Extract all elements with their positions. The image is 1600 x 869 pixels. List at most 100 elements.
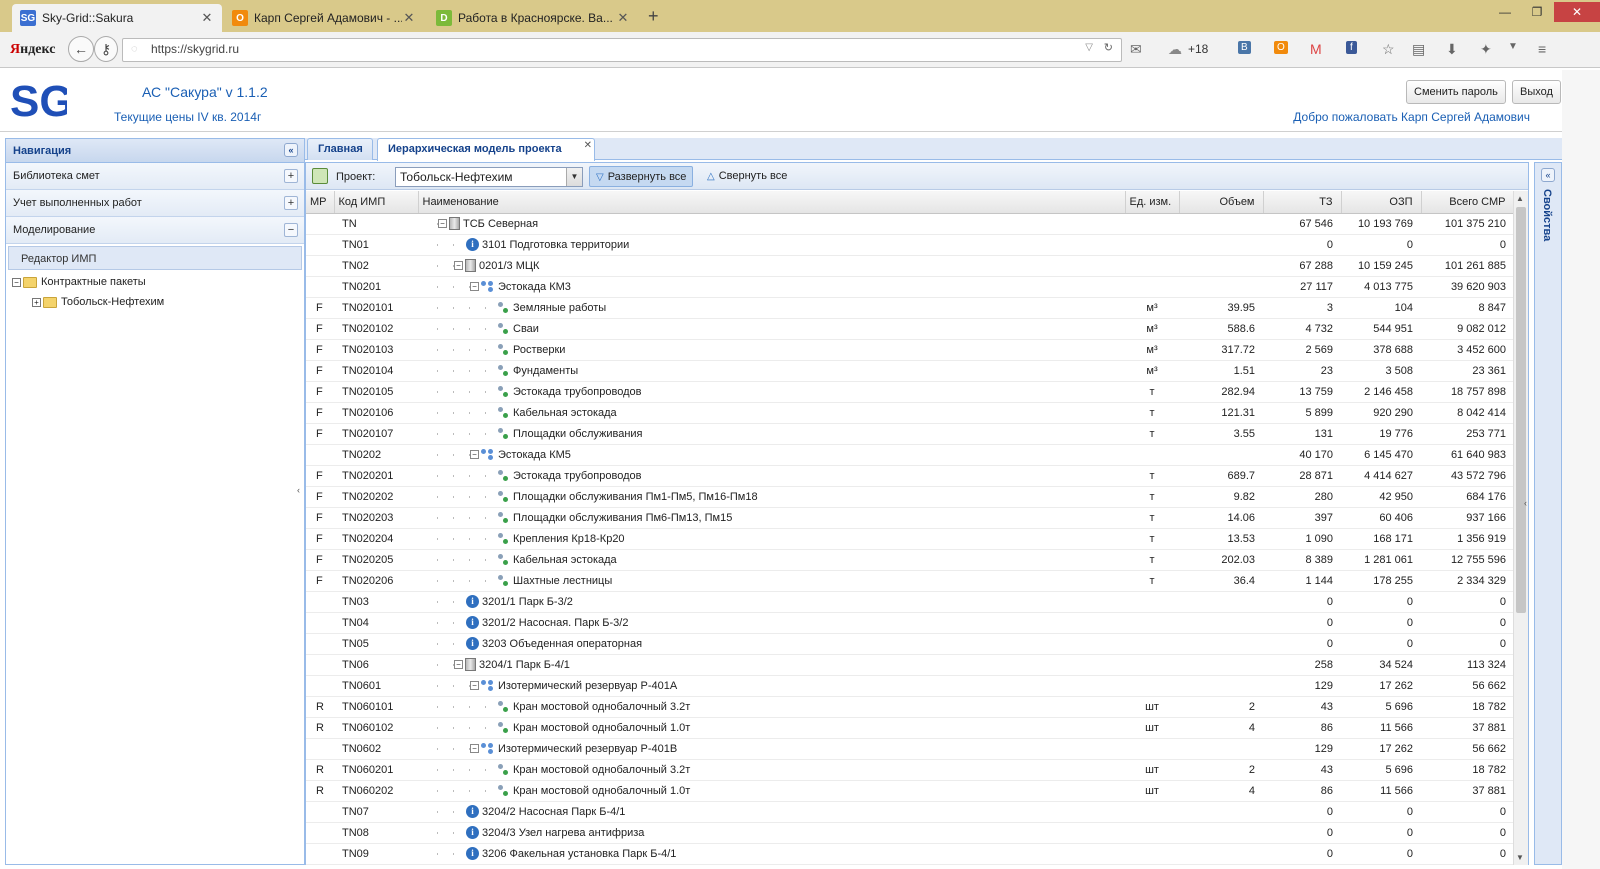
table-row[interactable]: TN06 − 3204/1 Парк Б-4/1 258 34 524 113 324: [306, 654, 1514, 676]
table-row[interactable]: F TN020103 Ростверки м³ 317.72 2 569 378 688 3 …: [306, 339, 1514, 361]
table-row[interactable]: TN0202 − Эстокада КМ5 40 170 6 145 470 61 640…: [306, 444, 1514, 466]
splitter-left-arrow-icon[interactable]: ‹: [297, 485, 300, 495]
expand-all-button[interactable]: ▽ Развернуть все: [589, 166, 694, 187]
close-tab-icon[interactable]: ✕: [402, 10, 416, 26]
restore-icon[interactable]: ❐: [1522, 2, 1552, 22]
table-row[interactable]: R TN060102 Кран мостовой однобалочный 1.0т…: [306, 717, 1514, 739]
clipboard-icon[interactable]: ▤: [1412, 41, 1425, 58]
table-row[interactable]: F TN020106 Кабельная эстокада т 121.31 5 899 9…: [306, 402, 1514, 424]
browser-tab-work[interactable]: D Работа в Красноярске. Ва... ✕: [428, 4, 638, 32]
nav-item-modeling[interactable]: Моделирование −: [6, 217, 304, 244]
table-row[interactable]: F TN020201 Эстокада трубопроводов т 689.7 28 …: [306, 465, 1514, 487]
table-row[interactable]: R TN060202 Кран мостовой однобалочный 1.0т…: [306, 780, 1514, 802]
menu-arrow-icon[interactable]: ▼: [1508, 41, 1518, 52]
table-row[interactable]: F TN020204 Крепления Кр18-Кр20 т 13.53 1 090 1…: [306, 528, 1514, 550]
site-info-icon[interactable]: ◌: [131, 43, 138, 55]
nav-item-library[interactable]: Библиотека смет +: [6, 163, 304, 190]
close-tab-icon[interactable]: ✕: [200, 10, 214, 26]
chevron-down-icon[interactable]: ▼: [566, 168, 582, 186]
table-row[interactable]: TN09 i 3206 Факельная установка Парк Б-4/1…: [306, 843, 1514, 865]
splitter-right-arrow-icon[interactable]: ‹: [1524, 498, 1527, 508]
close-tab-icon[interactable]: ✕: [616, 10, 630, 26]
tab-main[interactable]: Главная: [307, 138, 373, 160]
page-scrollbar[interactable]: [1562, 70, 1600, 869]
column-header-name[interactable]: Наименование: [418, 191, 1126, 214]
extension-icon[interactable]: ✦: [1480, 41, 1492, 58]
tree-toggle-icon[interactable]: −: [470, 744, 479, 753]
mail-icon[interactable]: ✉: [1130, 41, 1142, 58]
imp-editor-item[interactable]: Редактор ИМП: [8, 246, 302, 270]
column-header-unit[interactable]: Ед. изм.: [1125, 191, 1180, 214]
table-row[interactable]: F TN020104 Фундаменты м³ 1.51 23 3 508 23 361: [306, 360, 1514, 382]
collapse-icon[interactable]: −: [284, 223, 298, 237]
gmail-icon[interactable]: M: [1310, 41, 1322, 57]
nav-item-completed-works[interactable]: Учет выполненных работ +: [6, 190, 304, 217]
tree-toggle-icon[interactable]: −: [470, 681, 479, 690]
scroll-down-icon[interactable]: ▼: [1516, 853, 1524, 862]
facebook-icon[interactable]: f: [1346, 41, 1357, 54]
column-header-volume[interactable]: Объем: [1179, 191, 1264, 214]
tree-toggle-icon[interactable]: −: [454, 261, 463, 270]
tree-node-project[interactable]: + Тобольск-Нефтехим: [6, 292, 304, 312]
table-row[interactable]: TN07 i 3204/2 Насосная Парк Б-4/1 0 0 0: [306, 801, 1514, 823]
weather-icon[interactable]: ☁: [1168, 41, 1182, 58]
table-row[interactable]: TN08 i 3204/3 Узел нагрева антифриза 0 0 0: [306, 822, 1514, 844]
table-row[interactable]: F TN020203 Площадки обслуживания Пм6-Пм13,…: [306, 507, 1514, 529]
minimize-icon[interactable]: —: [1490, 2, 1520, 22]
expand-left-icon[interactable]: «: [1541, 168, 1555, 182]
table-row[interactable]: F TN020102 Сваи м³ 588.6 4 732 544 951 9 082 01…: [306, 318, 1514, 340]
ok-icon[interactable]: О: [1274, 41, 1288, 54]
table-row[interactable]: F TN020206 Шахтные лестницы т 36.4 1 144 178 2…: [306, 570, 1514, 592]
close-tab-icon[interactable]: ✕: [584, 140, 592, 151]
table-row[interactable]: TN0601 − Изотермический резервуар Р-401А 12…: [306, 675, 1514, 697]
collapse-all-button[interactable]: △ Свернуть все: [701, 166, 793, 187]
star-icon[interactable]: ☆: [1382, 41, 1395, 58]
browser-tab-odnoklassniki[interactable]: O Карп Сергей Адамович - ... ✕: [224, 4, 424, 32]
grid-scrollbar[interactable]: ▲ ▼: [1513, 191, 1528, 865]
download-icon[interactable]: ⬇: [1446, 41, 1458, 58]
tab-hierarchy-model[interactable]: Иерархическая модель проекта ✕: [377, 138, 595, 161]
tree-toggle-icon[interactable]: −: [438, 219, 447, 228]
tree-toggle-icon[interactable]: −: [12, 277, 21, 287]
table-row[interactable]: TN04 i 3201/2 Насосная. Парк Б-3/2 0 0 0: [306, 612, 1514, 634]
table-row[interactable]: TN05 i 3203 Объеденная операторная 0 0 0: [306, 633, 1514, 655]
vk-icon[interactable]: В: [1238, 41, 1251, 54]
table-row[interactable]: F TN020105 Эстокада трубопроводов т 282.94 13…: [306, 381, 1514, 403]
new-tab-icon[interactable]: +: [648, 6, 659, 27]
tree-toggle-icon[interactable]: −: [470, 450, 479, 459]
table-row[interactable]: F TN020101 Земляные работы м³ 39.95 3 104 8 847: [306, 297, 1514, 319]
column-header-ozp[interactable]: ОЗП: [1341, 191, 1422, 214]
browser-tab-skygrid[interactable]: SG Sky-Grid::Sakura ✕: [12, 4, 222, 32]
table-row[interactable]: F TN020202 Площадки обслуживания Пм1-Пм5, …: [306, 486, 1514, 508]
tree-node-contract-packages[interactable]: − Контрактные пакеты: [6, 272, 304, 292]
table-row[interactable]: TN01 i 3101 Подготовка территории 0 0 0: [306, 234, 1514, 256]
reload-icon[interactable]: ↻: [1104, 41, 1113, 54]
menu-icon[interactable]: ≡: [1538, 41, 1546, 57]
back-icon[interactable]: ←: [68, 36, 94, 62]
table-row[interactable]: TN0602 − Изотермический резервуар Р-401В 12…: [306, 738, 1514, 760]
table-row[interactable]: F TN020107 Площадки обслуживания т 3.55 131 19…: [306, 423, 1514, 445]
project-select[interactable]: Тобольск-Нефтехим ▼: [395, 167, 583, 187]
table-row[interactable]: F TN020205 Кабельная эстокада т 202.03 8 389 1…: [306, 549, 1514, 571]
url-input[interactable]: [151, 42, 1051, 56]
table-row[interactable]: TN − ТСБ Северная 67 546 10 193 769 101 375 2…: [306, 213, 1514, 235]
expand-icon[interactable]: +: [284, 196, 298, 210]
logout-button[interactable]: Выход: [1512, 80, 1561, 104]
change-password-button[interactable]: Сменить пароль: [1406, 80, 1506, 104]
table-row[interactable]: R TN060201 Кран мостовой однобалочный 3.2т…: [306, 759, 1514, 781]
address-bar[interactable]: ◌ ▽ ↻: [122, 38, 1122, 62]
tree-toggle-icon[interactable]: −: [454, 660, 463, 669]
expand-icon[interactable]: +: [284, 169, 298, 183]
column-header-tz[interactable]: ТЗ: [1263, 191, 1342, 214]
properties-panel[interactable]: « Свойства: [1534, 162, 1562, 865]
column-header-mr[interactable]: МР: [306, 191, 335, 214]
table-row[interactable]: TN03 i 3201/1 Парк Б-3/2 0 0 0: [306, 591, 1514, 613]
collapse-left-icon[interactable]: «: [284, 143, 298, 157]
column-header-code[interactable]: Код ИМП: [334, 191, 419, 214]
key-icon[interactable]: ⚷: [94, 36, 118, 62]
tree-toggle-icon[interactable]: −: [470, 282, 479, 291]
table-row[interactable]: TN02 − 0201/3 МЦК 67 288 10 159 245 101 261 8…: [306, 255, 1514, 277]
table-row[interactable]: TN0201 − Эстокада КМ3 27 117 4 013 775 39 620…: [306, 276, 1514, 298]
dropdown-icon[interactable]: ▽: [1085, 42, 1093, 53]
table-row[interactable]: R TN060101 Кран мостовой однобалочный 3.2т…: [306, 696, 1514, 718]
